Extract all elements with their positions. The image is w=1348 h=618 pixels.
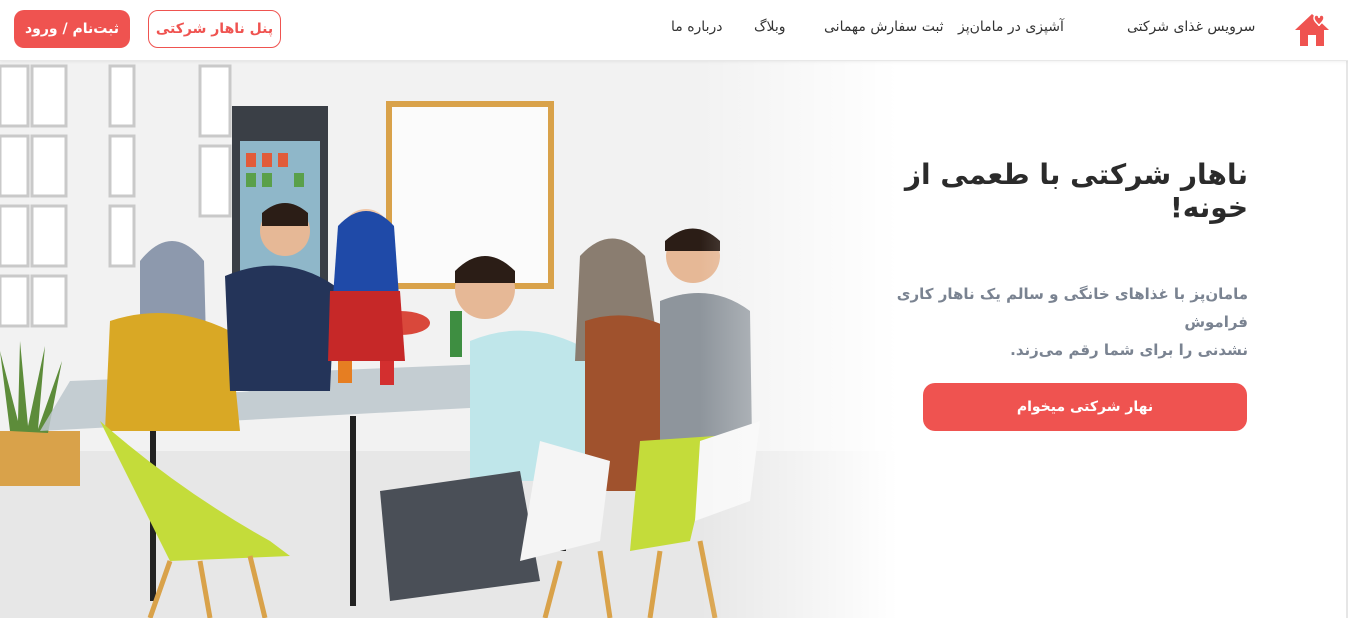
hero-description: مامان‌پز با غذاهای خانگی و سالم یک ناهار… [840, 280, 1248, 364]
lunch-panel-button[interactable]: پنل ناهار شرکتی [148, 10, 281, 48]
top-navigation-bar: سرویس غذای شرکتی آشپزی در مامان‌پز ثبت س… [0, 0, 1348, 61]
nav-about[interactable]: درباره ما [671, 19, 722, 35]
home-heart-icon[interactable] [1292, 10, 1332, 50]
hero-description-line: مامان‌پز با غذاهای خانگی و سالم یک ناهار… [896, 285, 1248, 331]
login-register-button[interactable]: ثبت‌نام / ورود [14, 10, 130, 48]
hero-description-line: نشدنی را برای شما رقم می‌زند. [1010, 341, 1248, 359]
nav-blog[interactable]: وبلاگ [754, 19, 786, 35]
nav-party-order[interactable]: ثبت سفارش مهمانی [824, 19, 944, 35]
nav-corporate-food[interactable]: سرویس غذای شرکتی [1127, 19, 1255, 35]
hero-title: ناهار شرکتی با طعمی از خونه! [904, 158, 1248, 224]
corporate-lunch-cta-button[interactable]: نهار شرکتی میخوام [923, 383, 1247, 431]
nav-cooking[interactable]: آشپزی در مامان‌پز [958, 19, 1064, 35]
